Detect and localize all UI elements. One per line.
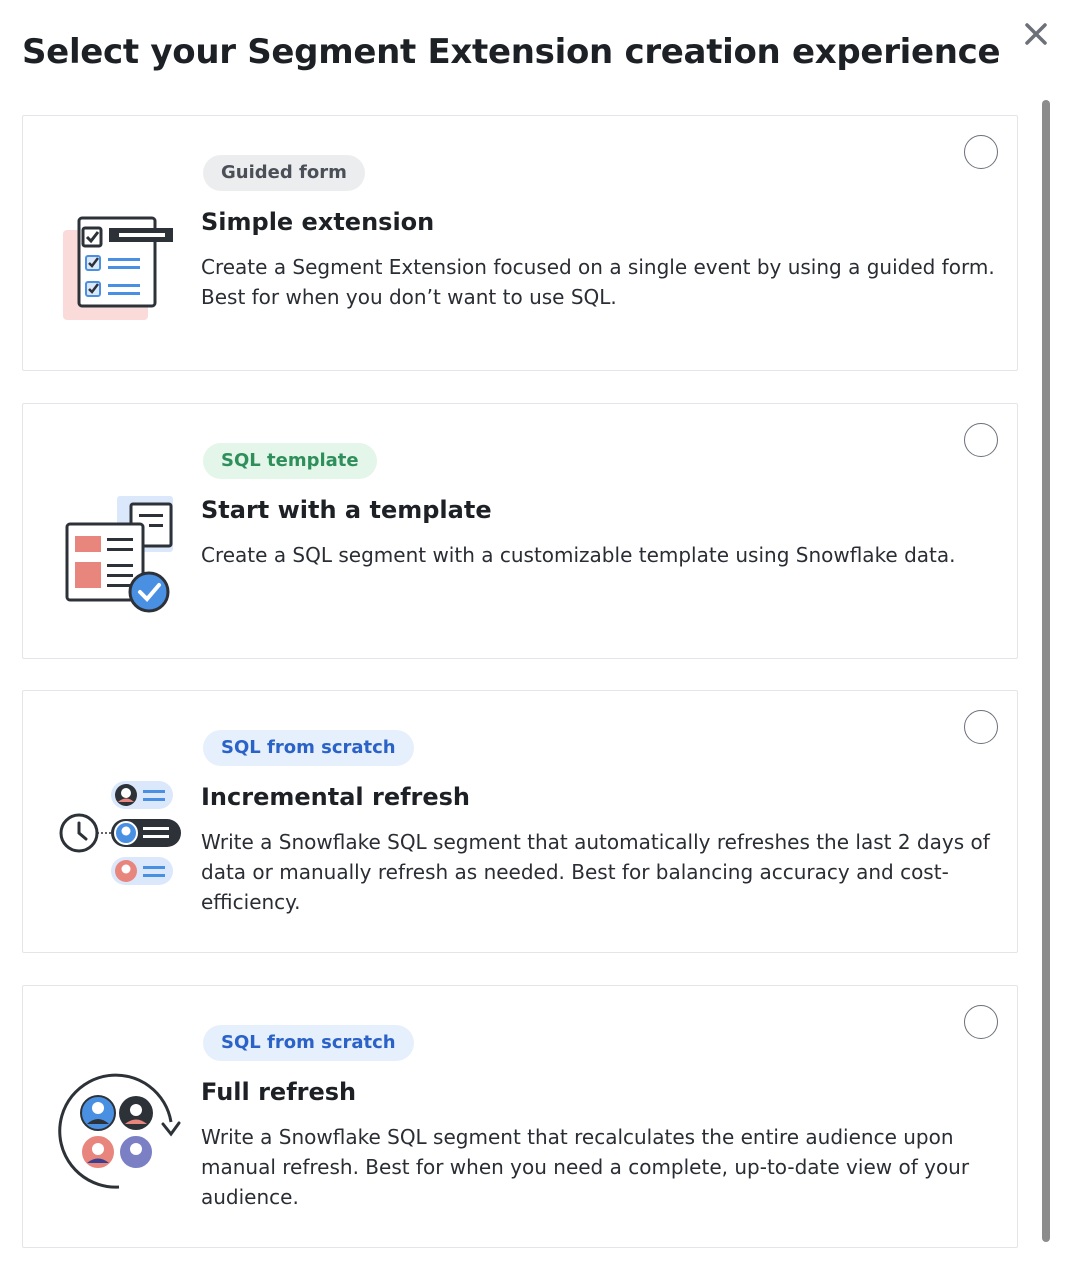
checklist-form-icon [53, 200, 183, 330]
option-description: Create a Segment Extension focused on a … [201, 255, 995, 309]
option-badge: SQL from scratch [203, 730, 414, 766]
option-title: Full refresh [201, 1078, 357, 1106]
option-radio[interactable] [964, 135, 998, 169]
segment-extension-modal: Select your Segment Extension creation e… [0, 0, 1068, 1276]
clock-users-icon [53, 769, 183, 899]
option-title: Start with a template [201, 496, 492, 524]
option-badge: SQL template [203, 443, 377, 479]
option-card-start-with-template[interactable]: SQL template Start with a template Creat… [22, 403, 1018, 659]
close-button[interactable] [1020, 18, 1052, 50]
option-radio[interactable] [964, 710, 998, 744]
scrollbar-thumb[interactable] [1042, 100, 1050, 1242]
modal-title: Select your Segment Extension creation e… [22, 32, 1001, 72]
template-document-icon [53, 488, 183, 618]
option-card-full-refresh[interactable]: SQL from scratch Full refresh Write a Sn… [22, 985, 1018, 1248]
option-badge: SQL from scratch [203, 1025, 414, 1061]
option-title: Simple extension [201, 208, 435, 236]
option-card-simple-extension[interactable]: Guided form Simple extension Create a Se… [22, 115, 1018, 371]
refresh-audience-icon [53, 1068, 183, 1198]
option-description: Write a Snowflake SQL segment that autom… [201, 830, 990, 914]
option-description: Create a SQL segment with a customizable… [201, 543, 956, 567]
option-radio[interactable] [964, 1005, 998, 1039]
option-title: Incremental refresh [201, 783, 471, 811]
option-card-incremental-refresh[interactable]: SQL from scratch Incremental refresh Wri… [22, 690, 1018, 953]
option-radio[interactable] [964, 423, 998, 457]
option-badge: Guided form [203, 155, 365, 191]
close-icon [1025, 23, 1047, 45]
option-description: Write a Snowflake SQL segment that recal… [201, 1125, 970, 1209]
